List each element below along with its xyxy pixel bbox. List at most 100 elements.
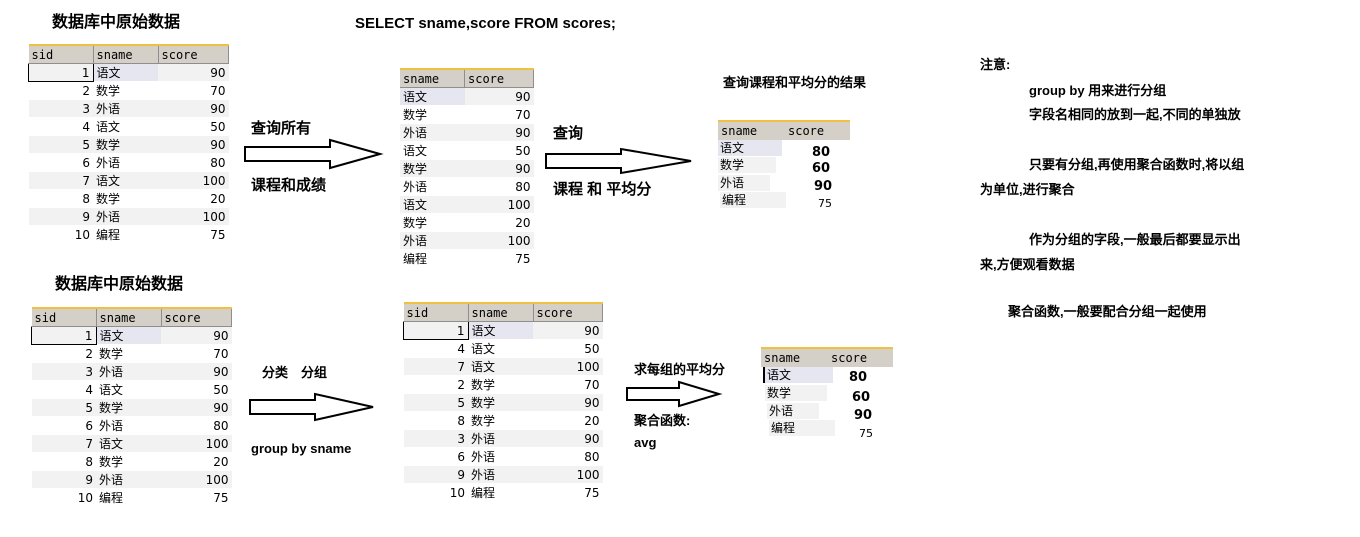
cell-score: 90 <box>464 159 534 178</box>
cell-score: 90 <box>533 393 603 412</box>
cell-score: 20 <box>158 189 229 208</box>
table-row: 语文 100 <box>400 195 534 214</box>
col-header-sid: sid <box>28 44 94 64</box>
cell-sid: 8 <box>403 411 468 430</box>
note-line: 只要有分组,再使用聚合函数时,将以组 <box>1029 157 1245 172</box>
bottom-raw-data-title: 数据库中原始数据 <box>55 276 184 293</box>
arrow3-label-bottom: group by sname <box>251 441 352 456</box>
table-row: 5 数学 90 <box>28 135 229 154</box>
note-line: 来,方便观看数据 <box>980 257 1075 272</box>
cell-sid: 9 <box>28 207 93 226</box>
table-row: 外语 80 <box>400 177 534 196</box>
cell-sname: 外语 <box>400 123 465 142</box>
table-row: 3 外语 90 <box>403 429 603 448</box>
cell-sname: 数学 <box>400 213 465 232</box>
table-row: 10 编程 75 <box>31 488 232 507</box>
cell-sid: 3 <box>31 362 96 381</box>
cell-score: 100 <box>161 470 232 489</box>
raw-data-table-top: sid sname score 1 语文 90 2 数学 70 3 外语 90 4 语文 50 5 数学 9… <box>28 44 229 244</box>
cell-sname: 语文 <box>96 326 161 345</box>
cell-score: 100 <box>158 207 229 226</box>
table-row: 10 编程 75 <box>28 225 229 244</box>
result-score: 90 <box>854 408 873 423</box>
cell-score: 50 <box>161 380 232 399</box>
cell-score: 50 <box>533 339 603 358</box>
right-arrow-icon <box>244 138 384 170</box>
note-line: 作为分组的字段,一般最后都要显示出 <box>1029 232 1241 247</box>
cell-score: 90 <box>158 99 229 118</box>
arrow2-label-bottom: 课程 和 平均分 <box>553 181 652 198</box>
cell-sid: 1 <box>28 63 94 82</box>
cell-score: 70 <box>533 375 603 394</box>
result-sname: 语文 <box>763 367 833 383</box>
cell-score: 90 <box>533 429 603 448</box>
arrow1-label-bottom: 课程和成绩 <box>251 177 327 194</box>
col-header-sname: sname <box>468 302 534 322</box>
result-score: 80 <box>849 370 868 385</box>
cell-score: 100 <box>533 465 603 484</box>
cell-score: 50 <box>464 141 534 160</box>
table-row: 语文 50 <box>400 141 534 160</box>
cell-sname: 语文 <box>96 380 161 399</box>
cell-sid: 10 <box>31 488 96 507</box>
cell-sname: 数学 <box>468 411 533 430</box>
cell-sid: 1 <box>31 326 97 345</box>
table-row: 1 语文 90 <box>31 326 232 345</box>
table-row: 8 数学 20 <box>28 189 229 208</box>
query-result-table: sname score 语文 90 数学 70 外语 90 语文 50 数学 90 外语 80 语文 10… <box>400 68 534 268</box>
cell-score: 20 <box>533 411 603 430</box>
result-score: 75 <box>859 427 873 440</box>
cell-sid: 6 <box>28 153 93 172</box>
right-arrow-icon <box>626 380 723 408</box>
arrow4-label-mid: 聚合函数: <box>634 413 691 428</box>
cell-score: 70 <box>161 344 232 363</box>
table-row: 编程 75 <box>400 249 534 268</box>
table-row: 1 语文 90 <box>403 321 603 340</box>
cell-sname: 外语 <box>93 153 158 172</box>
result-table-bottom: sname score 语文 数学 外语 编程 80 60 90 75 <box>761 347 895 442</box>
table-row: 外语 90 <box>400 123 534 142</box>
cell-sname: 数学 <box>400 159 465 178</box>
table-row: 2 数学 70 <box>28 81 229 100</box>
cell-score: 70 <box>158 81 229 100</box>
col-header-sname: sname <box>96 307 162 327</box>
col-header-sname: sname <box>764 351 801 365</box>
result-score: 60 <box>852 390 871 405</box>
notes-title: 注意: <box>980 57 1011 72</box>
cell-score: 100 <box>464 231 534 250</box>
cell-sid: 8 <box>31 452 96 471</box>
cell-sname: 外语 <box>468 447 533 466</box>
cell-sid: 7 <box>28 171 93 190</box>
table-row: 7 语文 100 <box>28 171 229 190</box>
cell-sname: 外语 <box>96 416 161 435</box>
cell-sname: 外语 <box>93 99 158 118</box>
cell-sid: 5 <box>31 398 96 417</box>
table-row: 8 数学 20 <box>403 411 603 430</box>
result-score: 90 <box>814 179 833 194</box>
cell-score: 80 <box>161 416 232 435</box>
cell-sid: 8 <box>28 189 93 208</box>
cell-sname: 语文 <box>468 357 533 376</box>
cell-sid: 1 <box>403 321 469 340</box>
table-row: 8 数学 20 <box>31 452 232 471</box>
table-row: 4 语文 50 <box>28 117 229 136</box>
note-line: 字段名相同的放到一起,不同的单独放 <box>1029 107 1241 122</box>
cell-sid: 9 <box>403 465 468 484</box>
raw-data-table-bottom: sid sname score 1 语文 90 2 数学 70 3 外语 90 4 语文 50 5 数学 9… <box>31 307 232 507</box>
cell-sname: 语文 <box>93 117 158 136</box>
table-row: 2 数学 70 <box>31 344 232 363</box>
cell-sid: 4 <box>403 339 468 358</box>
cell-score: 75 <box>158 225 229 244</box>
cell-score: 80 <box>533 447 603 466</box>
cell-score: 100 <box>158 171 229 190</box>
result-sname: 编程 <box>769 420 835 436</box>
col-header-sid: sid <box>31 307 97 327</box>
right-arrow-icon <box>249 392 374 422</box>
cell-score: 90 <box>158 63 229 82</box>
cell-sid: 7 <box>31 434 96 453</box>
cell-sname: 语文 <box>400 195 465 214</box>
cell-sid: 2 <box>403 375 468 394</box>
col-header-sid: sid <box>403 302 469 322</box>
table-row: 3 外语 90 <box>28 99 229 118</box>
table-row: 7 语文 100 <box>403 357 603 376</box>
